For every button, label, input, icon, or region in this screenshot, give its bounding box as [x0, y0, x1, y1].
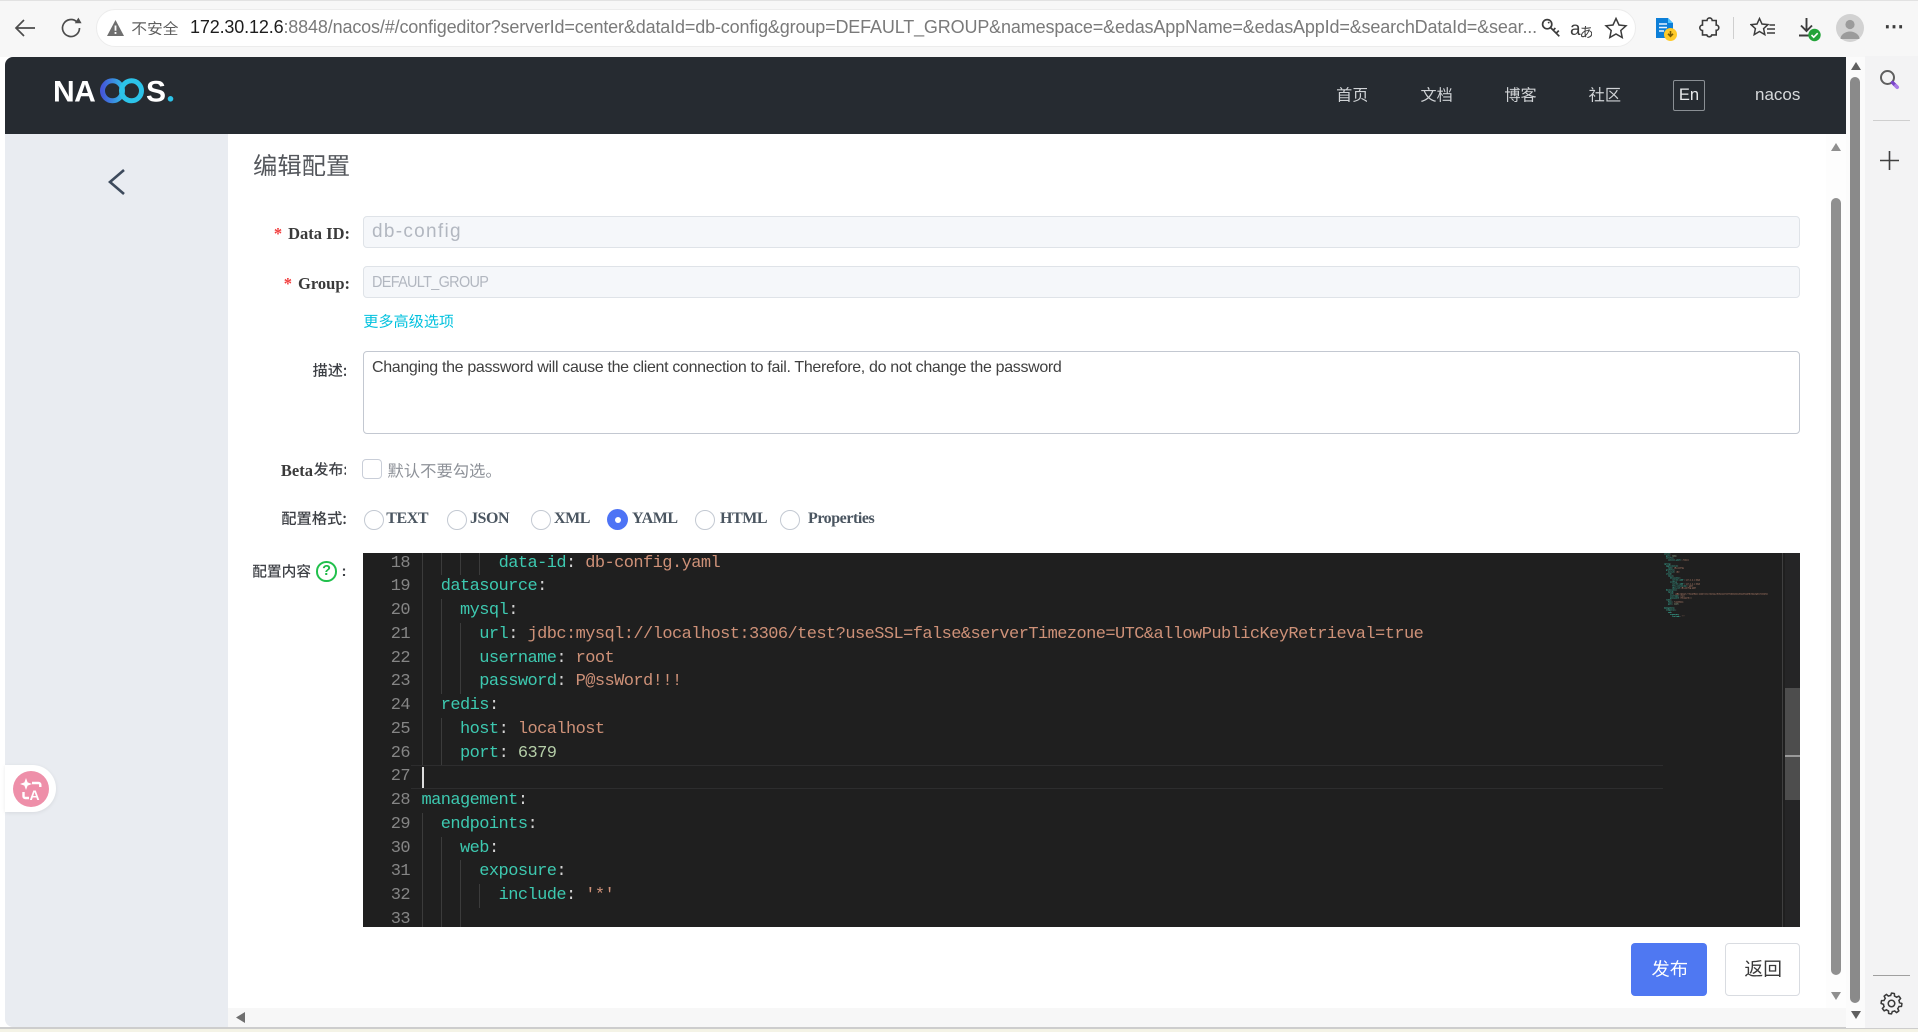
svg-text:S: S [146, 76, 166, 105]
svg-text:A: A [30, 787, 40, 803]
svg-text:NA: NA [53, 76, 95, 105]
